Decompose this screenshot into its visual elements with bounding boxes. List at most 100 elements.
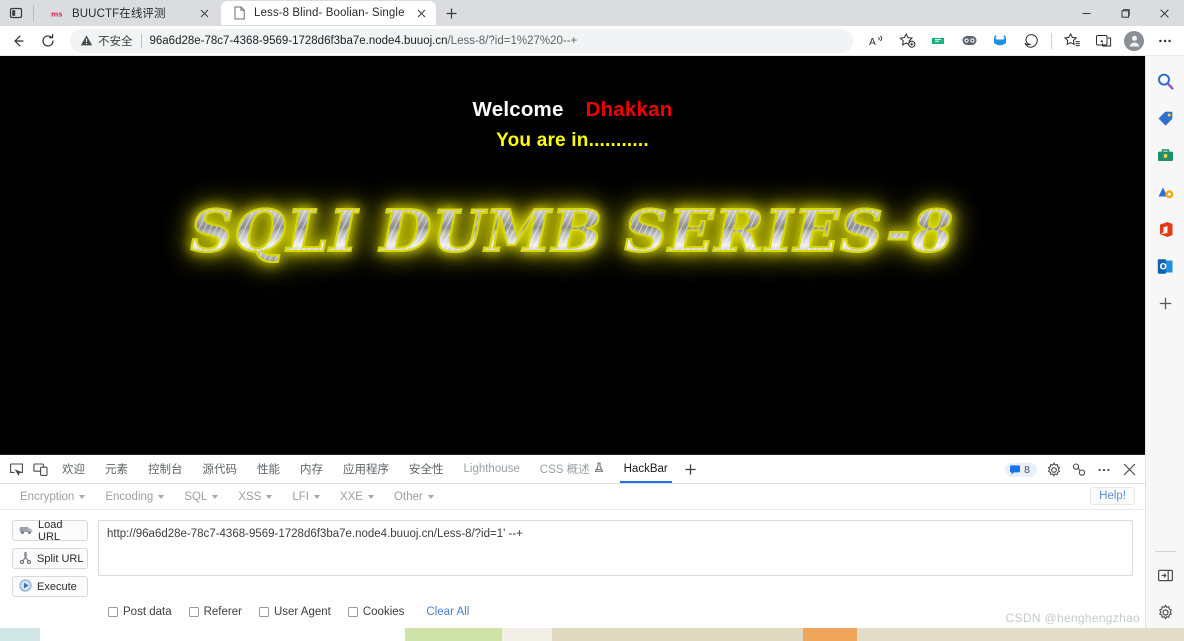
- minimize-button[interactable]: [1067, 0, 1106, 26]
- devtools-tab-memory-label: 内存: [300, 464, 323, 476]
- extension-browser-icon[interactable]: [1016, 28, 1046, 54]
- devtools-tab-welcome[interactable]: 欢迎: [52, 455, 95, 483]
- split-url-button[interactable]: Split URL: [12, 548, 88, 569]
- device-toolbar-icon[interactable]: [28, 457, 52, 481]
- hackbar-menu-other[interactable]: Other: [384, 488, 444, 506]
- extension-panda-icon[interactable]: [954, 28, 984, 54]
- sidebar-divider: [1154, 551, 1176, 552]
- watermark-text: CSDN @henghengzhao: [1005, 611, 1140, 625]
- checkbox-cookies-box[interactable]: [347, 607, 358, 617]
- checkbox-cookies[interactable]: Cookies: [347, 606, 405, 618]
- hackbar-menu-xxe[interactable]: XXE: [330, 488, 384, 506]
- sliver-segment: [552, 628, 803, 641]
- devtools-tab-memory[interactable]: 内存: [290, 455, 333, 483]
- url-path: /Less-8/?id=1%27%20--+: [447, 34, 578, 47]
- devtools-tab-bar: 欢迎 元素 控制台 源代码 性能 内存 应用程序 安全性 Lighthouse …: [0, 455, 1145, 484]
- devtools-tab-console[interactable]: 控制台: [138, 455, 193, 483]
- browser-tab-2[interactable]: Less-8 Blind- Boolian- Single Qu: [221, 1, 436, 25]
- devtools-tab-performance[interactable]: 性能: [247, 455, 290, 483]
- checkbox-user-agent[interactable]: User Agent: [258, 606, 331, 618]
- toggle-sidebar-icon[interactable]: [1150, 560, 1180, 590]
- devtools-more-options-icon[interactable]: [1092, 458, 1116, 482]
- execute-icon: [19, 578, 32, 595]
- clear-all-link[interactable]: Clear All: [426, 606, 469, 618]
- close-icon[interactable]: [413, 5, 429, 21]
- tools-briefcase-icon[interactable]: [1150, 140, 1180, 170]
- chevron-down-icon: [266, 494, 273, 499]
- checkbox-referer-box[interactable]: [188, 607, 199, 617]
- devtools-tab-lighthouse[interactable]: Lighthouse: [454, 455, 530, 483]
- hackbar-body: Load URL Split URL Execute: [0, 510, 1145, 597]
- new-tab-button[interactable]: [438, 1, 464, 25]
- profile-avatar[interactable]: [1119, 28, 1149, 54]
- back-arrow-icon[interactable]: [4, 28, 32, 54]
- execute-button[interactable]: Execute: [12, 576, 88, 597]
- hackbar-menu-lfi[interactable]: LFI: [282, 488, 330, 506]
- inspect-element-icon[interactable]: [4, 457, 28, 481]
- hackbar-url-input[interactable]: [98, 520, 1133, 576]
- svg-text:O: O: [1159, 262, 1166, 272]
- edge-sidebar: O: [1145, 56, 1184, 641]
- hackbar-help-button[interactable]: Help!: [1090, 487, 1135, 505]
- devtools-message-badge[interactable]: 8: [1005, 462, 1037, 477]
- checkbox-referer[interactable]: Referer: [188, 606, 242, 618]
- hackbar-menu-xss[interactable]: XSS: [228, 488, 282, 506]
- extension-cat-icon[interactable]: [985, 28, 1015, 54]
- customize-devtools-icon[interactable]: [1067, 458, 1091, 482]
- devtools-tab-sources-label: 源代码: [202, 464, 238, 476]
- ctf-favicon: ms: [49, 5, 65, 21]
- tab-actions-icon[interactable]: [4, 1, 28, 25]
- more-options-icon[interactable]: [1150, 28, 1180, 54]
- chevron-down-icon: [367, 494, 374, 499]
- extension-green-icon[interactable]: [923, 28, 953, 54]
- browser-tab-1[interactable]: ms BUUCTF在线评测: [39, 1, 219, 25]
- devtools-tab-actions: 8: [1005, 455, 1141, 484]
- close-icon[interactable]: [196, 5, 212, 21]
- devtools-tab-elements[interactable]: 元素: [95, 455, 138, 483]
- devtools-tab-console-label: 控制台: [148, 464, 183, 476]
- shopping-tag-icon[interactable]: [1150, 103, 1180, 133]
- devtools-add-tab-button[interactable]: [678, 455, 704, 483]
- outlook-icon[interactable]: O: [1150, 251, 1180, 281]
- games-icon[interactable]: [1150, 177, 1180, 207]
- settings-gear-icon[interactable]: [1042, 458, 1066, 482]
- svg-text:ms: ms: [51, 10, 62, 18]
- devtools-tab-welcome-label: 欢迎: [62, 464, 85, 476]
- maximize-button[interactable]: [1106, 0, 1145, 26]
- omnibox-divider: [140, 33, 142, 48]
- svg-text:A: A: [869, 37, 876, 48]
- add-sidebar-icon[interactable]: [1150, 288, 1180, 318]
- devtools-tab-application[interactable]: 应用程序: [333, 455, 399, 483]
- checkbox-post-data[interactable]: Post data: [108, 606, 172, 618]
- devtools-tab-css-overview[interactable]: CSS 概述: [530, 455, 614, 483]
- title-bar: ms BUUCTF在线评测 Less-8 Blind- Boolian- Sin…: [0, 0, 1184, 26]
- avatar: [1124, 30, 1144, 51]
- favorites-add-icon[interactable]: [892, 28, 922, 54]
- split-screen-icon[interactable]: [1088, 28, 1118, 54]
- load-url-button[interactable]: Load URL: [12, 519, 88, 543]
- close-devtools-icon[interactable]: [1117, 458, 1141, 482]
- address-bar[interactable]: 不安全 96a6d28e-78c7-4368-9569-1728d6f3ba7e…: [70, 28, 853, 53]
- banner-block: SQLI DUMB SERIES-8: [0, 197, 1145, 266]
- devtools-tab-security[interactable]: 安全性: [399, 455, 454, 483]
- devtools-tab-application-label: 应用程序: [343, 464, 389, 476]
- collections-icon[interactable]: [1057, 28, 1087, 54]
- execute-label: Execute: [37, 580, 77, 593]
- devtools-tab-sources[interactable]: 源代码: [193, 455, 248, 483]
- devtools-tab-hackbar[interactable]: HackBar: [614, 455, 678, 483]
- office-icon[interactable]: [1150, 214, 1180, 244]
- read-aloud-icon[interactable]: A: [861, 28, 891, 54]
- checkbox-cookies-label: Cookies: [362, 606, 405, 618]
- browser-tab-2-title: Less-8 Blind- Boolian- Single Qu: [254, 7, 406, 19]
- hackbar-menu-encoding[interactable]: Encoding: [95, 488, 174, 506]
- hackbar-menu-sql[interactable]: SQL: [174, 488, 228, 506]
- welcome-prefix: Welcome: [472, 98, 564, 121]
- search-icon[interactable]: [1150, 66, 1180, 96]
- close-window-button[interactable]: [1145, 0, 1184, 26]
- browser-toolbar: 不安全 96a6d28e-78c7-4368-9569-1728d6f3ba7e…: [0, 26, 1184, 56]
- hackbar-menu-encryption[interactable]: Encryption: [10, 488, 95, 506]
- reload-icon[interactable]: [34, 28, 62, 54]
- checkbox-user-agent-box[interactable]: [258, 607, 269, 617]
- checkbox-post-data-box[interactable]: [108, 607, 118, 617]
- sidebar-settings-icon[interactable]: [1150, 597, 1180, 627]
